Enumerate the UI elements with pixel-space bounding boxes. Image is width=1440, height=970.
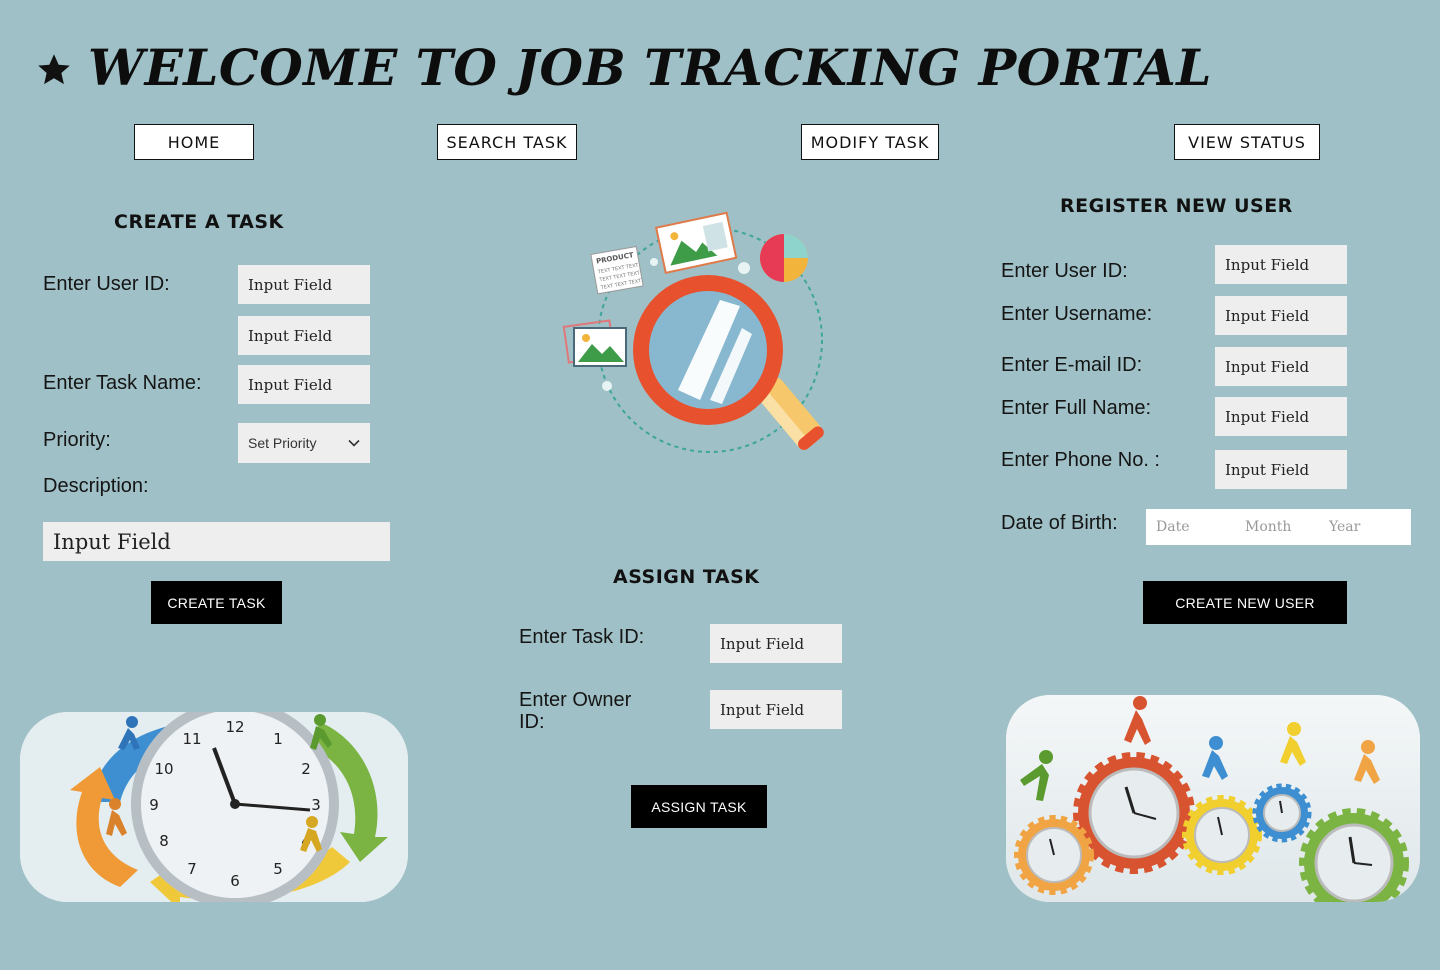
task-id-input[interactable]: Input Field [710,624,842,663]
owner-id-label-line1: Enter Owner [519,689,632,711]
priority-label: Priority: [43,429,111,451]
search-illustration: PRODUCT TEXT TEXT TEXT TEXT TEXT TEXT TE… [562,211,824,453]
priority-select[interactable]: Set Priority [238,423,370,463]
task-name-input[interactable]: Input Field [238,365,370,404]
email-label: Enter E-mail ID: [1001,354,1143,376]
dob-year-input[interactable]: Year [1329,519,1360,535]
username-label: Enter Username: [1001,303,1153,325]
description-input[interactable]: Input Field [43,522,390,561]
task-name-label: Enter Task Name: [43,372,202,394]
owner-id-label: Enter Owner ID: [519,689,631,733]
fullname-input[interactable]: Input Field [1215,397,1347,436]
search-task-button[interactable]: SEARCH TASK [437,124,577,160]
view-status-button[interactable]: VIEW STATUS [1174,124,1320,160]
reg-user-id-input[interactable]: Input Field [1215,245,1347,284]
register-user-title: REGISTER NEW USER [1060,195,1293,217]
svg-text:8: 8 [159,832,169,850]
svg-text:6: 6 [230,872,240,890]
page-title: WELCOME TO JOB TRACKING PORTAL [88,38,1212,97]
svg-text:5: 5 [273,860,283,878]
clock-cycle-image: 12 1 2 3 4 5 6 7 8 9 10 11 [20,712,408,902]
username-input[interactable]: Input Field [1215,296,1347,335]
phone-label: Enter Phone No. : [1001,449,1160,471]
phone-input[interactable]: Input Field [1215,450,1347,489]
assign-task-title: ASSIGN TASK [613,566,760,588]
svg-text:2: 2 [301,760,311,778]
description-label: Description: [43,475,149,497]
owner-id-input[interactable]: Input Field [710,690,842,729]
svg-text:10: 10 [154,760,173,778]
svg-text:3: 3 [311,796,321,814]
user-id-label: Enter User ID: [43,273,170,295]
gears-runners-image [1006,695,1420,902]
user-id-input[interactable]: Input Field [238,265,370,304]
create-task-button[interactable]: CREATE TASK [151,581,282,624]
create-new-user-button[interactable]: CREATE NEW USER [1143,581,1347,624]
extra-input[interactable]: Input Field [238,316,370,355]
reg-user-id-label: Enter User ID: [1001,260,1128,282]
dob-month-input[interactable]: Month [1245,519,1329,535]
modify-task-button[interactable]: MODIFY TASK [801,124,939,160]
star-icon [38,54,70,85]
svg-text:11: 11 [182,730,201,748]
fullname-label: Enter Full Name: [1001,397,1152,419]
create-task-title: CREATE A TASK [114,211,284,233]
svg-text:9: 9 [149,796,159,814]
chevron-down-icon [348,439,360,447]
email-input[interactable]: Input Field [1215,347,1347,386]
task-id-label: Enter Task ID: [519,626,645,648]
priority-select-value: Set Priority [248,435,317,451]
owner-id-label-line2: ID: [519,711,545,733]
home-button[interactable]: HOME [134,124,254,160]
svg-text:7: 7 [187,860,197,878]
assign-task-button[interactable]: ASSIGN TASK [631,785,767,828]
svg-text:12: 12 [225,718,244,736]
dob-field[interactable]: Date Month Year [1146,509,1411,545]
svg-text:1: 1 [273,730,283,748]
dob-label: Date of Birth: [1001,512,1118,534]
dob-date-input[interactable]: Date [1156,519,1245,535]
